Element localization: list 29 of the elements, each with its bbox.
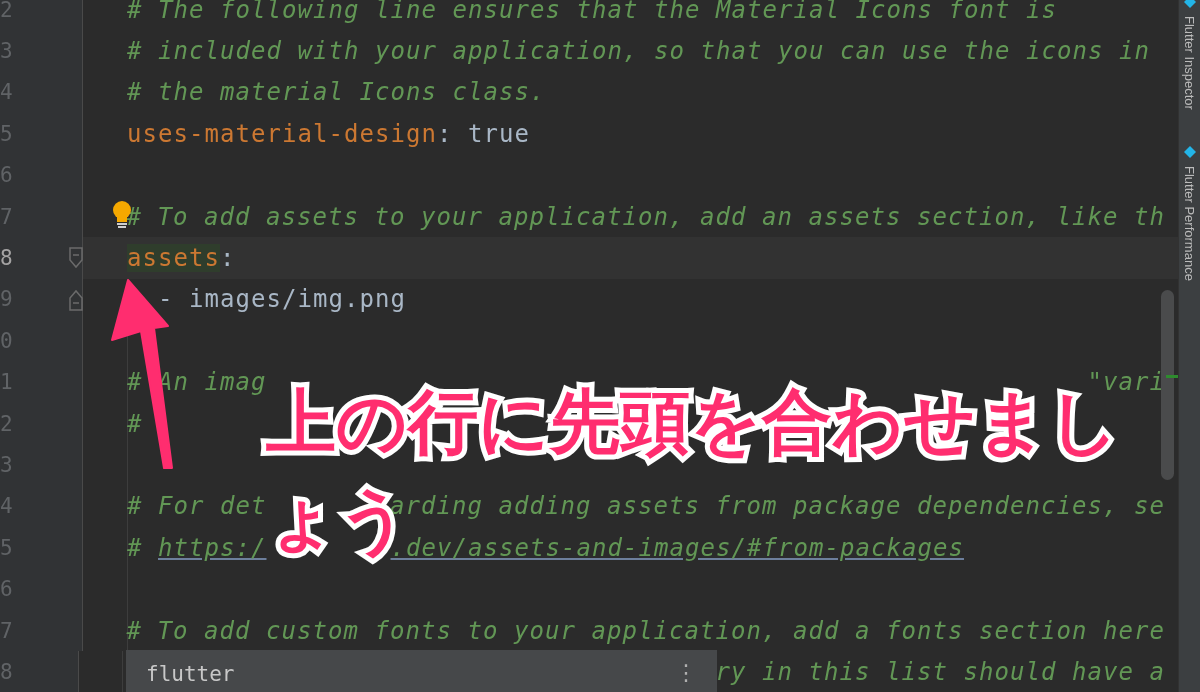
yaml-key: assets bbox=[127, 244, 220, 273]
code-text: : bbox=[220, 244, 236, 273]
diamond-icon bbox=[1183, 145, 1196, 158]
tool-window-tab[interactable]: Flutter Performance bbox=[1182, 165, 1197, 281]
code-comment: # bbox=[127, 533, 144, 562]
url-link[interactable]: .dev/assets-and-images/#from-packages bbox=[390, 533, 964, 562]
error-stripe-mark bbox=[1166, 375, 1178, 378]
completion-item[interactable]: flutter bbox=[146, 662, 235, 686]
code-comment: # To add assets to your application, add an assets section, like th bbox=[126, 202, 1165, 231]
more-menu-icon[interactable]: ⋮ bbox=[675, 662, 697, 684]
fold-icon[interactable] bbox=[68, 246, 84, 271]
code-comment: # the material Icons class. bbox=[127, 78, 546, 107]
diamond-icon bbox=[1183, 0, 1196, 8]
yaml-key: uses-material-design bbox=[127, 119, 437, 148]
url-link[interactable]: https:/ bbox=[158, 533, 267, 562]
code-comment: # included with your application, so that you can use the icons in bbox=[127, 37, 1150, 66]
tool-window-tab[interactable]: Flutter Inspector bbox=[1182, 16, 1197, 110]
code-comment: # The following line ensures that the Material Icons font is bbox=[127, 0, 1057, 24]
code-text: : bbox=[437, 119, 453, 148]
code-comment: # bbox=[127, 409, 143, 438]
code-text: - images/img.png bbox=[157, 285, 406, 314]
fold-icon[interactable] bbox=[68, 287, 84, 312]
code-comment: ry in this list should have a bbox=[715, 657, 1165, 686]
code-comment: arding adding assets from package dependencies, se bbox=[390, 492, 1165, 521]
code-comment: # To add custom fonts to your application, add a fonts section here bbox=[126, 616, 1165, 645]
code-comment: # For det bbox=[127, 492, 267, 521]
yaml-value: true bbox=[468, 119, 530, 148]
scrollbar-thumb[interactable] bbox=[1161, 290, 1174, 480]
line-number: 8 bbox=[0, 246, 13, 271]
